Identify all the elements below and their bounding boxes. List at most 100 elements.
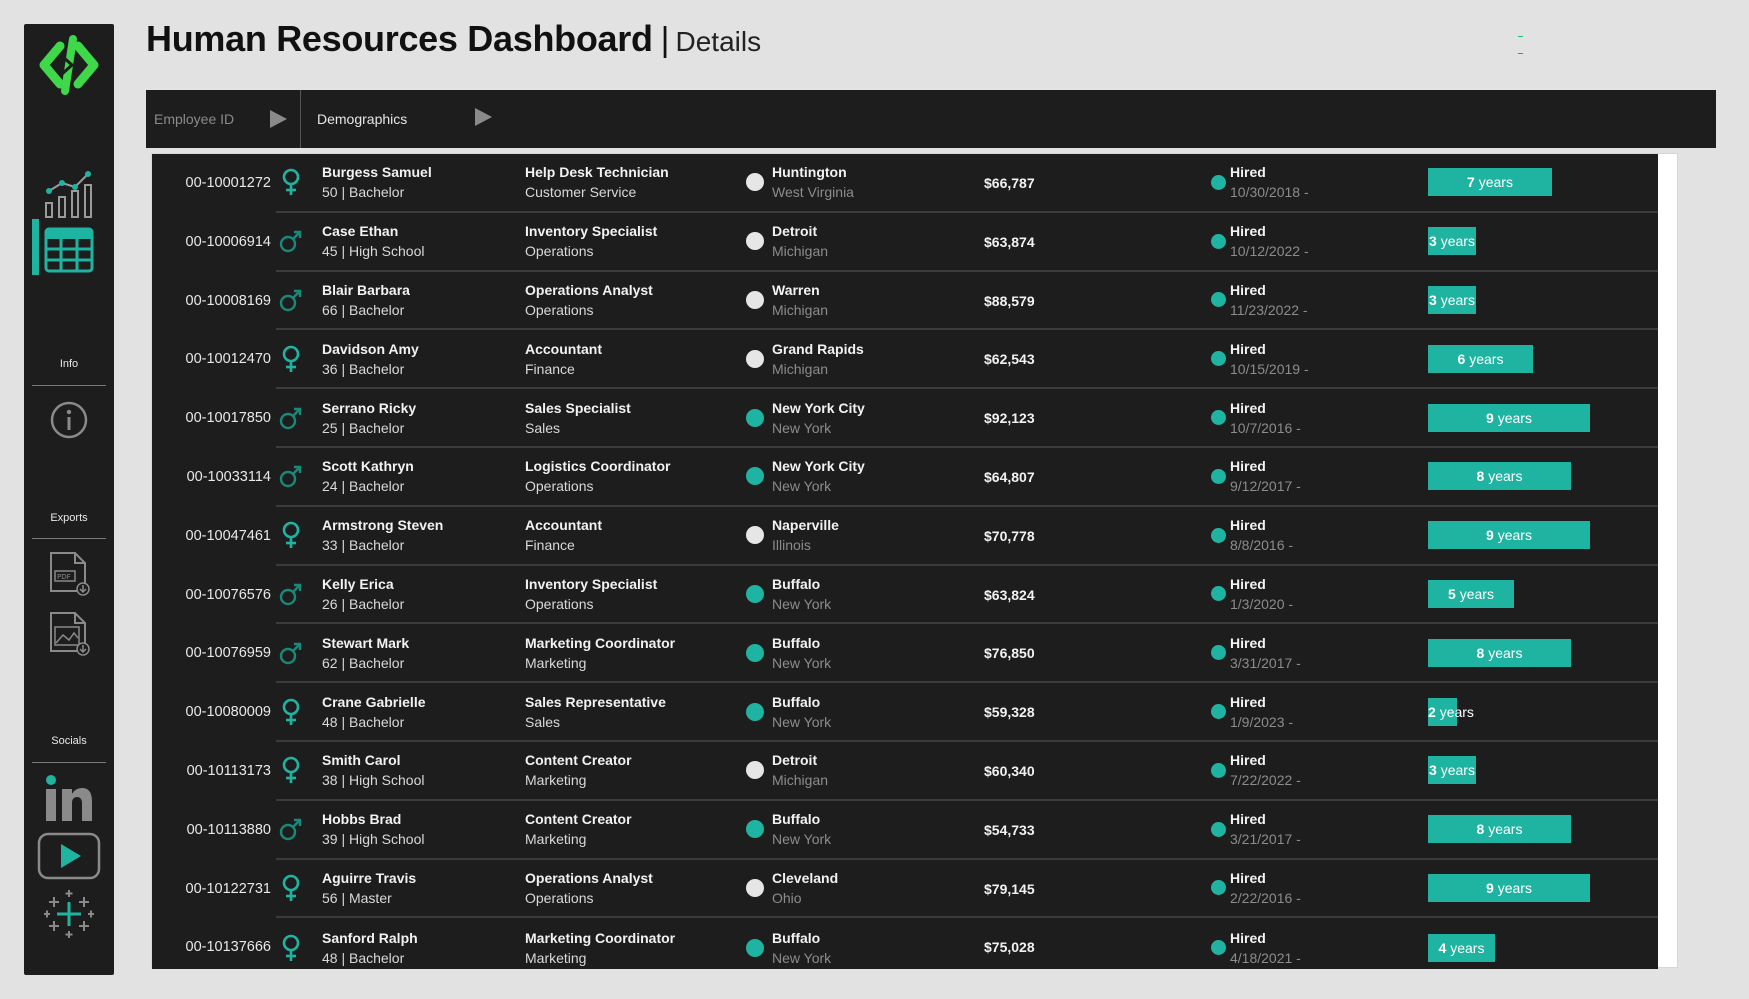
export-image-button[interactable] — [34, 604, 104, 664]
tenure-bar: 6 years — [1428, 344, 1533, 373]
table-row[interactable]: 00-10113173 Smith Carol 38 | High School… — [152, 742, 1658, 801]
youtube-button[interactable] — [34, 826, 104, 886]
tenure-years-number: 3 — [1429, 291, 1437, 308]
job-title: Logistics Coordinator — [525, 458, 671, 475]
department: Marketing — [525, 772, 587, 789]
female-icon — [282, 345, 300, 372]
salary: $79,145 — [984, 880, 1035, 897]
state: New York — [772, 713, 832, 730]
department: Operations — [525, 889, 594, 906]
employee-age-education: 56 | Master — [322, 889, 392, 906]
employment-status: Hired — [1230, 634, 1266, 651]
city: Buffalo — [772, 693, 821, 710]
employment-status: Hired — [1230, 693, 1266, 710]
employment-status: Hired — [1230, 575, 1266, 592]
location-cell: Detroit Michigan — [772, 213, 952, 270]
salary: $54,733 — [984, 821, 1035, 838]
person-cell: Case Ethan 45 | High School — [322, 213, 517, 270]
tableau-icon — [44, 890, 94, 938]
table-row[interactable]: 00-10076576 Kelly Erica 26 | Bachelor In… — [152, 566, 1658, 625]
job-title: Marketing Coordinator — [525, 929, 676, 946]
table-row[interactable]: 00-10122731 Aguirre Travis 56 | Master O… — [152, 860, 1658, 919]
linkedin-button[interactable] — [34, 768, 104, 828]
tenure-years-number: 3 — [1429, 762, 1437, 779]
nav-table-button[interactable] — [34, 220, 104, 280]
tenure-years-unit: years — [1488, 468, 1523, 485]
male-icon — [279, 642, 302, 664]
employee-age-education: 48 | Bachelor — [322, 713, 405, 730]
person-cell: Scott Kathryn 24 | Bachelor — [322, 448, 517, 505]
tenure-bar: 9 years — [1428, 403, 1590, 432]
page-subtitle: Details — [675, 26, 762, 57]
play-arrow-icon[interactable] — [473, 107, 493, 127]
export-pdf-button[interactable]: PDF — [34, 544, 104, 604]
state: New York — [772, 654, 832, 671]
employment-status: Hired — [1230, 458, 1266, 475]
tenure-years-unit: years — [1440, 762, 1475, 779]
salary: $63,874 — [984, 233, 1035, 250]
department: Operations — [525, 478, 594, 495]
table-row[interactable]: 00-10113880 Hobbs Brad 39 | High School … — [152, 801, 1658, 860]
table-row[interactable]: 00-10137666 Sanford Ralph 48 | Bachelor … — [152, 918, 1658, 969]
employee-id: 00-10080009 — [185, 704, 271, 721]
gender-icon-cell — [276, 624, 306, 681]
table-row[interactable]: 00-10076959 Stewart Mark 62 | Bachelor M… — [152, 624, 1658, 684]
department: Finance — [525, 537, 575, 554]
location-cell: Naperville Illinois — [772, 507, 952, 564]
play-arrow-icon[interactable] — [268, 109, 288, 129]
person-cell: Serrano Ricky 25 | Bachelor — [322, 389, 517, 446]
status-cell: Hired 10/15/2019 - — [1230, 330, 1390, 387]
sidebar: Info Exports PDF Socials — [24, 24, 114, 975]
location-indicator — [746, 232, 764, 251]
employee-age-education: 66 | Bachelor — [322, 301, 405, 318]
location-cell: Grand Rapids Michigan — [772, 330, 952, 387]
location-indicator — [746, 290, 764, 309]
male-icon — [279, 407, 302, 429]
location-cell: Buffalo New York — [772, 801, 952, 858]
table-row[interactable]: 00-10080009 Crane Gabrielle 48 | Bachelo… — [152, 683, 1658, 742]
job-title: Content Creator — [525, 811, 632, 828]
job-cell: Marketing Coordinator Marketing — [525, 918, 735, 969]
employee-name: Serrano Ricky — [322, 399, 417, 416]
location-cell: Warren Michigan — [772, 272, 952, 329]
city: Detroit — [772, 752, 818, 769]
table-grid-icon — [44, 227, 94, 273]
red-mark — [1518, 53, 1523, 54]
employee-name: Burgess Samuel — [322, 164, 432, 181]
job-title: Marketing Coordinator — [525, 634, 676, 651]
employee-id: 00-10012470 — [185, 351, 271, 368]
table-row[interactable]: 00-10047461 Armstrong Steven 33 | Bachel… — [152, 507, 1658, 566]
city: Grand Rapids — [772, 340, 864, 357]
hire-date: 9/12/2017 - — [1230, 478, 1301, 495]
employee-age-education: 48 | Bachelor — [322, 949, 405, 966]
nav-chart-button[interactable] — [34, 164, 104, 224]
tableau-button[interactable] — [34, 884, 104, 944]
person-cell: Smith Carol 38 | High School — [322, 742, 517, 799]
code-brackets-logo[interactable] — [34, 30, 104, 100]
tenure-years-unit: years — [1497, 409, 1532, 426]
filter-employee-id[interactable]: Employee ID — [154, 90, 294, 148]
state: New York — [772, 831, 832, 848]
city: Cleveland — [772, 869, 839, 886]
job-cell: Marketing Coordinator Marketing — [525, 624, 735, 681]
table-row[interactable]: 00-10006914 Case Ethan 45 | High School … — [152, 213, 1658, 272]
table-row[interactable]: 00-10033114 Scott Kathryn 24 | Bachelor … — [152, 448, 1658, 507]
job-cell: Operations Analyst Operations — [525, 860, 735, 917]
employee-table-frame[interactable]: 00-10001272 Burgess Samuel 50 | Bachelor… — [151, 153, 1678, 969]
status-cell: Hired 9/12/2017 - — [1230, 448, 1390, 505]
filter-demographics[interactable]: Demographics — [317, 90, 517, 148]
gender-icon-cell — [276, 389, 306, 446]
exports-divider — [32, 538, 106, 539]
employee-id: 00-10006914 — [185, 233, 271, 250]
table-row[interactable]: 00-10017850 Serrano Ricky 25 | Bachelor … — [152, 389, 1658, 448]
male-icon — [279, 289, 302, 312]
table-row[interactable]: 00-10001272 Burgess Samuel 50 | Bachelor… — [152, 154, 1658, 213]
gender-icon-cell — [276, 683, 306, 740]
info-button[interactable] — [34, 390, 104, 450]
gender-icon-cell — [276, 801, 306, 858]
info-icon — [50, 401, 88, 439]
employee-name: Scott Kathryn — [322, 458, 414, 475]
table-row[interactable]: 00-10008169 Blair Barbara 66 | Bachelor … — [152, 272, 1658, 331]
table-row[interactable]: 00-10012470 Davidson Amy 36 | Bachelor A… — [152, 330, 1658, 390]
tenure-years-number: 9 — [1486, 409, 1494, 426]
